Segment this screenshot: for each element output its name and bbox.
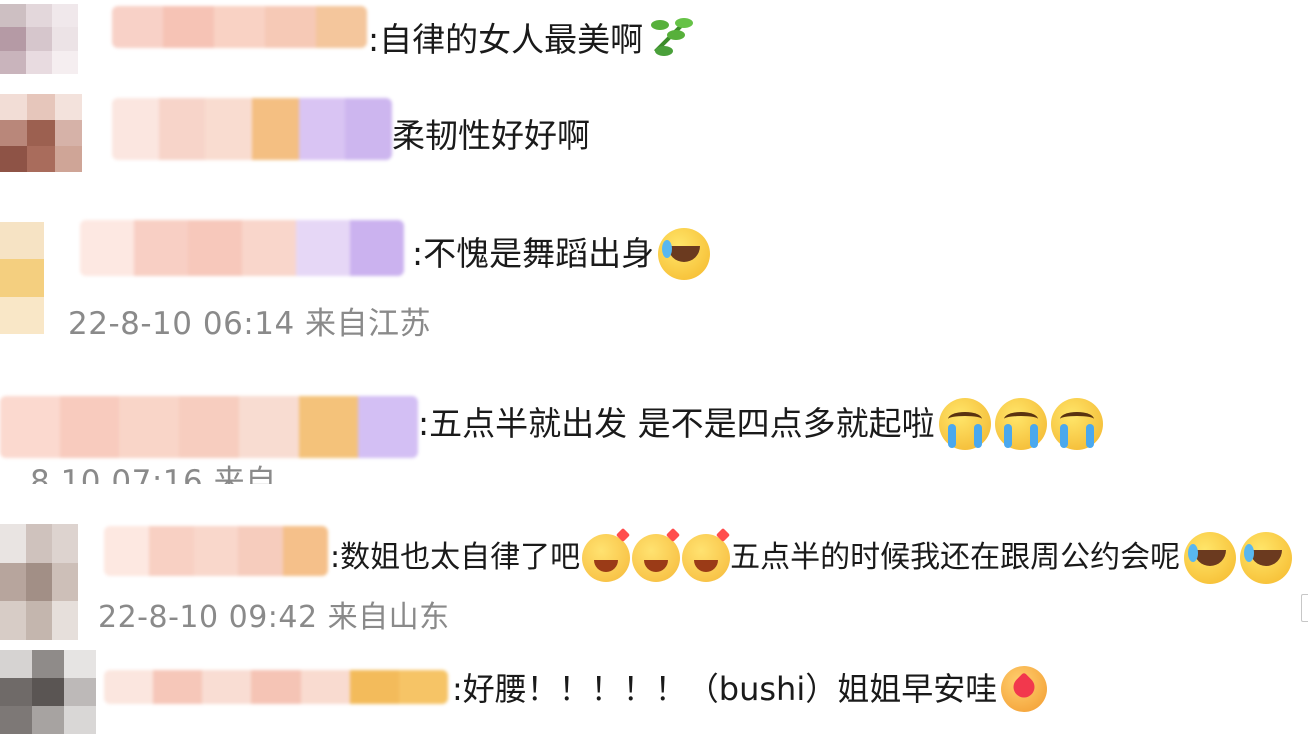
- heart-eyes-icon: [682, 534, 731, 582]
- comment-item: 柔韧性好好啊: [0, 86, 1308, 196]
- comment-text-row: :好腰！！！！！（bushi）姐姐早安哇: [452, 666, 1048, 712]
- avatar[interactable]: [0, 94, 82, 172]
- avatar[interactable]: [0, 222, 44, 334]
- comment-meta: 8 10 07:16 来自: [30, 464, 277, 484]
- username-blurred[interactable]: [112, 6, 367, 48]
- heart-eyes-icon: [632, 534, 681, 582]
- avatar[interactable]: [0, 524, 78, 640]
- avatar[interactable]: [0, 4, 78, 74]
- username-blurred[interactable]: [104, 670, 448, 704]
- comment-item: :好腰！！！！！（bushi）姐姐早安哇: [0, 650, 1308, 734]
- comment-text: :好腰！！！！！（bushi）姐姐早安哇: [452, 670, 998, 708]
- comment-text: :不愧是舞蹈出身: [412, 234, 655, 273]
- comment-item: :五点半就出发 是不是四点多就起啦 8 10 07:16 来自: [0, 386, 1308, 486]
- avatar[interactable]: [0, 650, 96, 734]
- comment-text-row: 柔韧性好好啊: [392, 116, 590, 156]
- laugh-cry-icon: [658, 228, 711, 280]
- comment-meta: 22-8-10 06:14 来自江苏: [68, 306, 432, 342]
- crying-icon: [938, 398, 991, 450]
- comment-text: 柔韧性好好啊: [392, 116, 590, 155]
- comment-text-row: :五点半就出发 是不是四点多就起啦: [418, 398, 1103, 450]
- bamboo-icon: [645, 14, 697, 66]
- comment-text-row: :不愧是舞蹈出身: [412, 228, 711, 280]
- username-blurred[interactable]: [112, 98, 392, 160]
- laugh-cry-icon: [1240, 532, 1293, 584]
- username-blurred[interactable]: [80, 220, 404, 276]
- comment-text-continued: 五点半的时候我还在跟周公约会呢: [730, 540, 1181, 575]
- crying-icon: [994, 398, 1047, 450]
- comment-item: :自律的女人最美啊: [0, 0, 1308, 80]
- comment-item: :数姐也太自律了吧 五点半的时候我还在跟周公约会呢 22-8-10 09:42 …: [0, 516, 1308, 640]
- comment-item: :不愧是舞蹈出身 22-8-10 06:14 来自江苏: [0, 212, 1308, 352]
- username-blurred[interactable]: [104, 526, 328, 576]
- comment-meta: 22-8-10 09:42 来自山东: [98, 600, 450, 635]
- scrollbar-handle[interactable]: [1301, 594, 1308, 622]
- laugh-cry-icon: [1184, 532, 1237, 584]
- comment-text-row: :数姐也太自律了吧 五点半的时候我还在跟周公约会呢: [330, 532, 1293, 584]
- username-blurred[interactable]: [0, 396, 418, 458]
- comment-text-row: :自律的女人最美啊: [368, 14, 697, 66]
- kiss-icon: [1001, 666, 1048, 712]
- crying-icon: [1050, 398, 1103, 450]
- comment-text: :五点半就出发 是不是四点多就起啦: [418, 404, 935, 443]
- comment-text: :数姐也太自律了吧: [330, 540, 581, 575]
- comment-text: :自律的女人最美啊: [368, 20, 644, 59]
- heart-eyes-icon: [582, 534, 631, 582]
